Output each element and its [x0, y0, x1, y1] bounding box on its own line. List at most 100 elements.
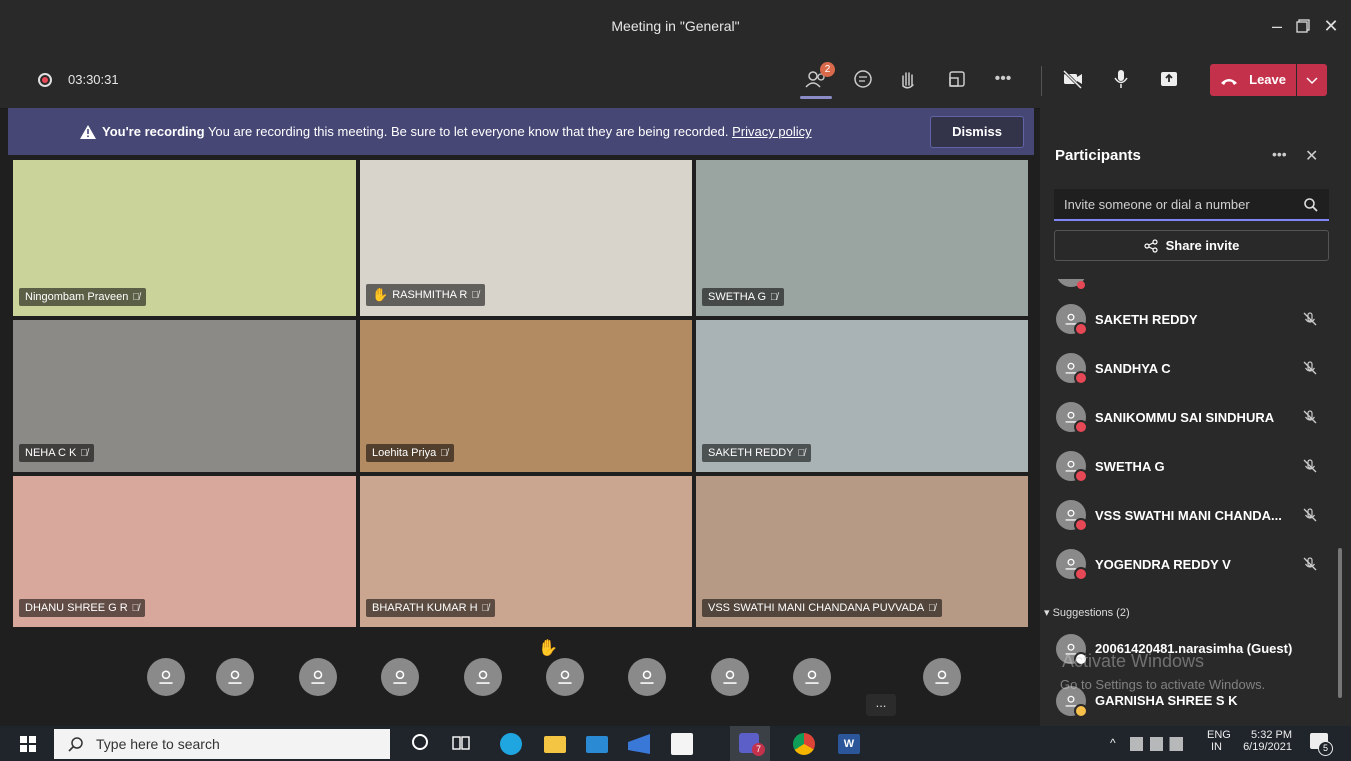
muted-mic-icon	[1303, 557, 1317, 571]
video-tile[interactable]: VSS SWATHI MANI CHANDANA PUVVADA 🎙̸	[696, 476, 1028, 627]
video-tile[interactable]: DHANU SHREE G R 🎙̸	[13, 476, 356, 627]
participant-row[interactable]: SANIKOMMU SAI SINDHURA	[1040, 395, 1336, 441]
muted-mic-icon: 🎙̸	[471, 289, 479, 301]
participant-avatar[interactable]	[299, 658, 337, 696]
recording-banner-title: You're recording	[102, 124, 205, 139]
raise-hand-button[interactable]	[895, 66, 921, 92]
video-tile[interactable]: ✋ RASHMITHA R 🎙̸	[360, 160, 692, 316]
word-icon[interactable]: W	[838, 734, 860, 754]
participant-avatar[interactable]	[147, 658, 185, 696]
participant-name: SAKETH REDDY	[708, 447, 794, 459]
participant-name: RASHMITHA R	[392, 289, 468, 301]
windows-start-icon[interactable]	[20, 736, 36, 752]
muted-mic-icon: 🎙̸	[770, 291, 778, 303]
leave-options-dropdown[interactable]	[1297, 64, 1327, 96]
activate-windows-subtitle: Go to Settings to activate Windows.	[1060, 677, 1266, 692]
participant-avatar[interactable]	[793, 658, 831, 696]
participant-name-tag: ✋ RASHMITHA R 🎙̸	[366, 284, 485, 306]
participant-row[interactable]: SANDHYA C	[1040, 346, 1336, 392]
restore-button[interactable]	[1288, 14, 1318, 38]
teams-taskbar-button[interactable]: 7	[730, 726, 770, 761]
raised-hand-icon: ✋	[372, 287, 389, 302]
clock-time: 5:32 PM	[1251, 729, 1292, 741]
breakout-rooms-button[interactable]	[944, 66, 970, 92]
participant-avatar[interactable]	[464, 658, 502, 696]
camera-off-button[interactable]	[1060, 66, 1086, 92]
mail-icon[interactable]	[586, 736, 608, 753]
participant-name-tag: BHARATH KUMAR H 🎙̸	[366, 599, 496, 617]
participant-avatar[interactable]	[216, 658, 254, 696]
participant-row[interactable]: SAKETH REDDY	[1040, 297, 1336, 343]
task-view-icon[interactable]	[452, 734, 470, 752]
taskbar-search-placeholder: Type here to search	[96, 736, 220, 752]
activate-windows-title: Activate Windows	[1062, 651, 1205, 671]
microphone-button[interactable]	[1108, 66, 1134, 92]
muted-mic-icon	[1303, 410, 1317, 424]
video-tile[interactable]: BHARATH KUMAR H 🎙̸	[360, 476, 692, 627]
participant-avatar[interactable]	[546, 658, 584, 696]
panel-scrollbar[interactable]	[1338, 548, 1342, 698]
share-content-button[interactable]	[1156, 66, 1182, 92]
participant-name: DHANU SHREE G R	[25, 602, 128, 614]
action-center-icon[interactable]: 5	[1310, 733, 1333, 756]
show-hidden-icons-button[interactable]: ^	[1110, 736, 1116, 750]
video-tile[interactable]: NEHA C K 🎙̸	[13, 320, 356, 472]
muted-mic-icon: 🎙̸	[131, 602, 140, 614]
privacy-policy-link[interactable]: Privacy policy	[732, 124, 811, 139]
participant-avatar	[1056, 304, 1088, 336]
participant-name: YOGENDRA REDDY V	[1095, 557, 1231, 572]
participant-mic-status	[1302, 556, 1318, 577]
chrome-icon[interactable]	[793, 733, 815, 755]
video-tile[interactable]: SWETHA G 🎙̸	[696, 160, 1028, 316]
participant-name-tag: Loehita Priya 🎙̸	[366, 444, 454, 462]
teams-badge: 7	[752, 743, 765, 756]
dismiss-banner-button[interactable]: Dismiss	[930, 116, 1024, 148]
leave-label: Leave	[1249, 72, 1286, 87]
leave-button[interactable]: Leave	[1210, 64, 1296, 96]
chat-button[interactable]	[850, 66, 876, 92]
share-invite-label: Share invite	[1165, 238, 1240, 253]
participant-mic-status	[1302, 458, 1318, 479]
participant-avatar[interactable]	[711, 658, 749, 696]
participant-name: SAKETH REDDY	[1095, 312, 1198, 327]
title-bar: Meeting in "General" – ✕	[0, 0, 1351, 54]
language-indicator[interactable]: ENG IN	[1207, 729, 1231, 753]
suggestions-header[interactable]: ▾ Suggestions (2)	[1044, 606, 1130, 619]
close-window-button[interactable]: ✕	[1316, 14, 1346, 38]
participant-row[interactable]: YOGENDRA REDDY V	[1040, 542, 1336, 588]
participant-row[interactable]: SWETHA G	[1040, 444, 1336, 490]
video-tile[interactable]: Ningombam Praveen 🎙̸	[13, 160, 356, 316]
participant-name: VSS SWATHI MANI CHANDA...	[1095, 508, 1282, 523]
file-explorer-icon[interactable]	[544, 736, 566, 753]
participant-avatar[interactable]	[923, 658, 961, 696]
status-dot	[1074, 469, 1088, 483]
close-panel-button[interactable]: ✕	[1305, 146, 1318, 166]
edge-icon[interactable]	[500, 733, 522, 755]
participant-avatar	[1056, 500, 1088, 532]
participant-avatar	[1056, 451, 1088, 483]
cortana-icon[interactable]	[412, 734, 428, 750]
system-tray-icons[interactable]	[1130, 737, 1190, 751]
invite-input[interactable]	[1054, 189, 1329, 221]
participant-avatar[interactable]	[628, 658, 666, 696]
raised-hand-icon: ✋	[538, 640, 558, 657]
video-tile[interactable]: Loehita Priya 🎙̸	[360, 320, 692, 472]
status-dot	[1074, 704, 1088, 718]
window-title: Meeting in "General"	[611, 18, 740, 34]
taskbar-search-box[interactable]: Type here to search	[54, 729, 390, 759]
participant-row[interactable]: VSS SWATHI MANI CHANDA...	[1040, 493, 1336, 539]
share-invite-button[interactable]: Share invite	[1054, 230, 1329, 261]
participant-name-tag: Ningombam Praveen 🎙̸	[19, 288, 146, 306]
store-icon[interactable]	[671, 733, 693, 755]
active-tab-underline	[800, 96, 832, 99]
participant-name-tag: SWETHA G 🎙̸	[702, 288, 784, 306]
panel-more-button[interactable]: •••	[1272, 146, 1287, 162]
participant-avatar[interactable]	[381, 658, 419, 696]
muted-mic-icon	[1303, 508, 1317, 522]
recording-indicator-icon	[38, 73, 52, 87]
more-participants-button[interactable]: ...	[866, 694, 896, 716]
video-tile[interactable]: SAKETH REDDY 🎙̸	[696, 320, 1028, 472]
more-actions-button[interactable]: •••	[990, 66, 1016, 92]
clock[interactable]: 5:32 PM 6/19/2021	[1240, 729, 1292, 753]
suggestion-name: GARNISHA SHREE S K	[1095, 693, 1238, 708]
